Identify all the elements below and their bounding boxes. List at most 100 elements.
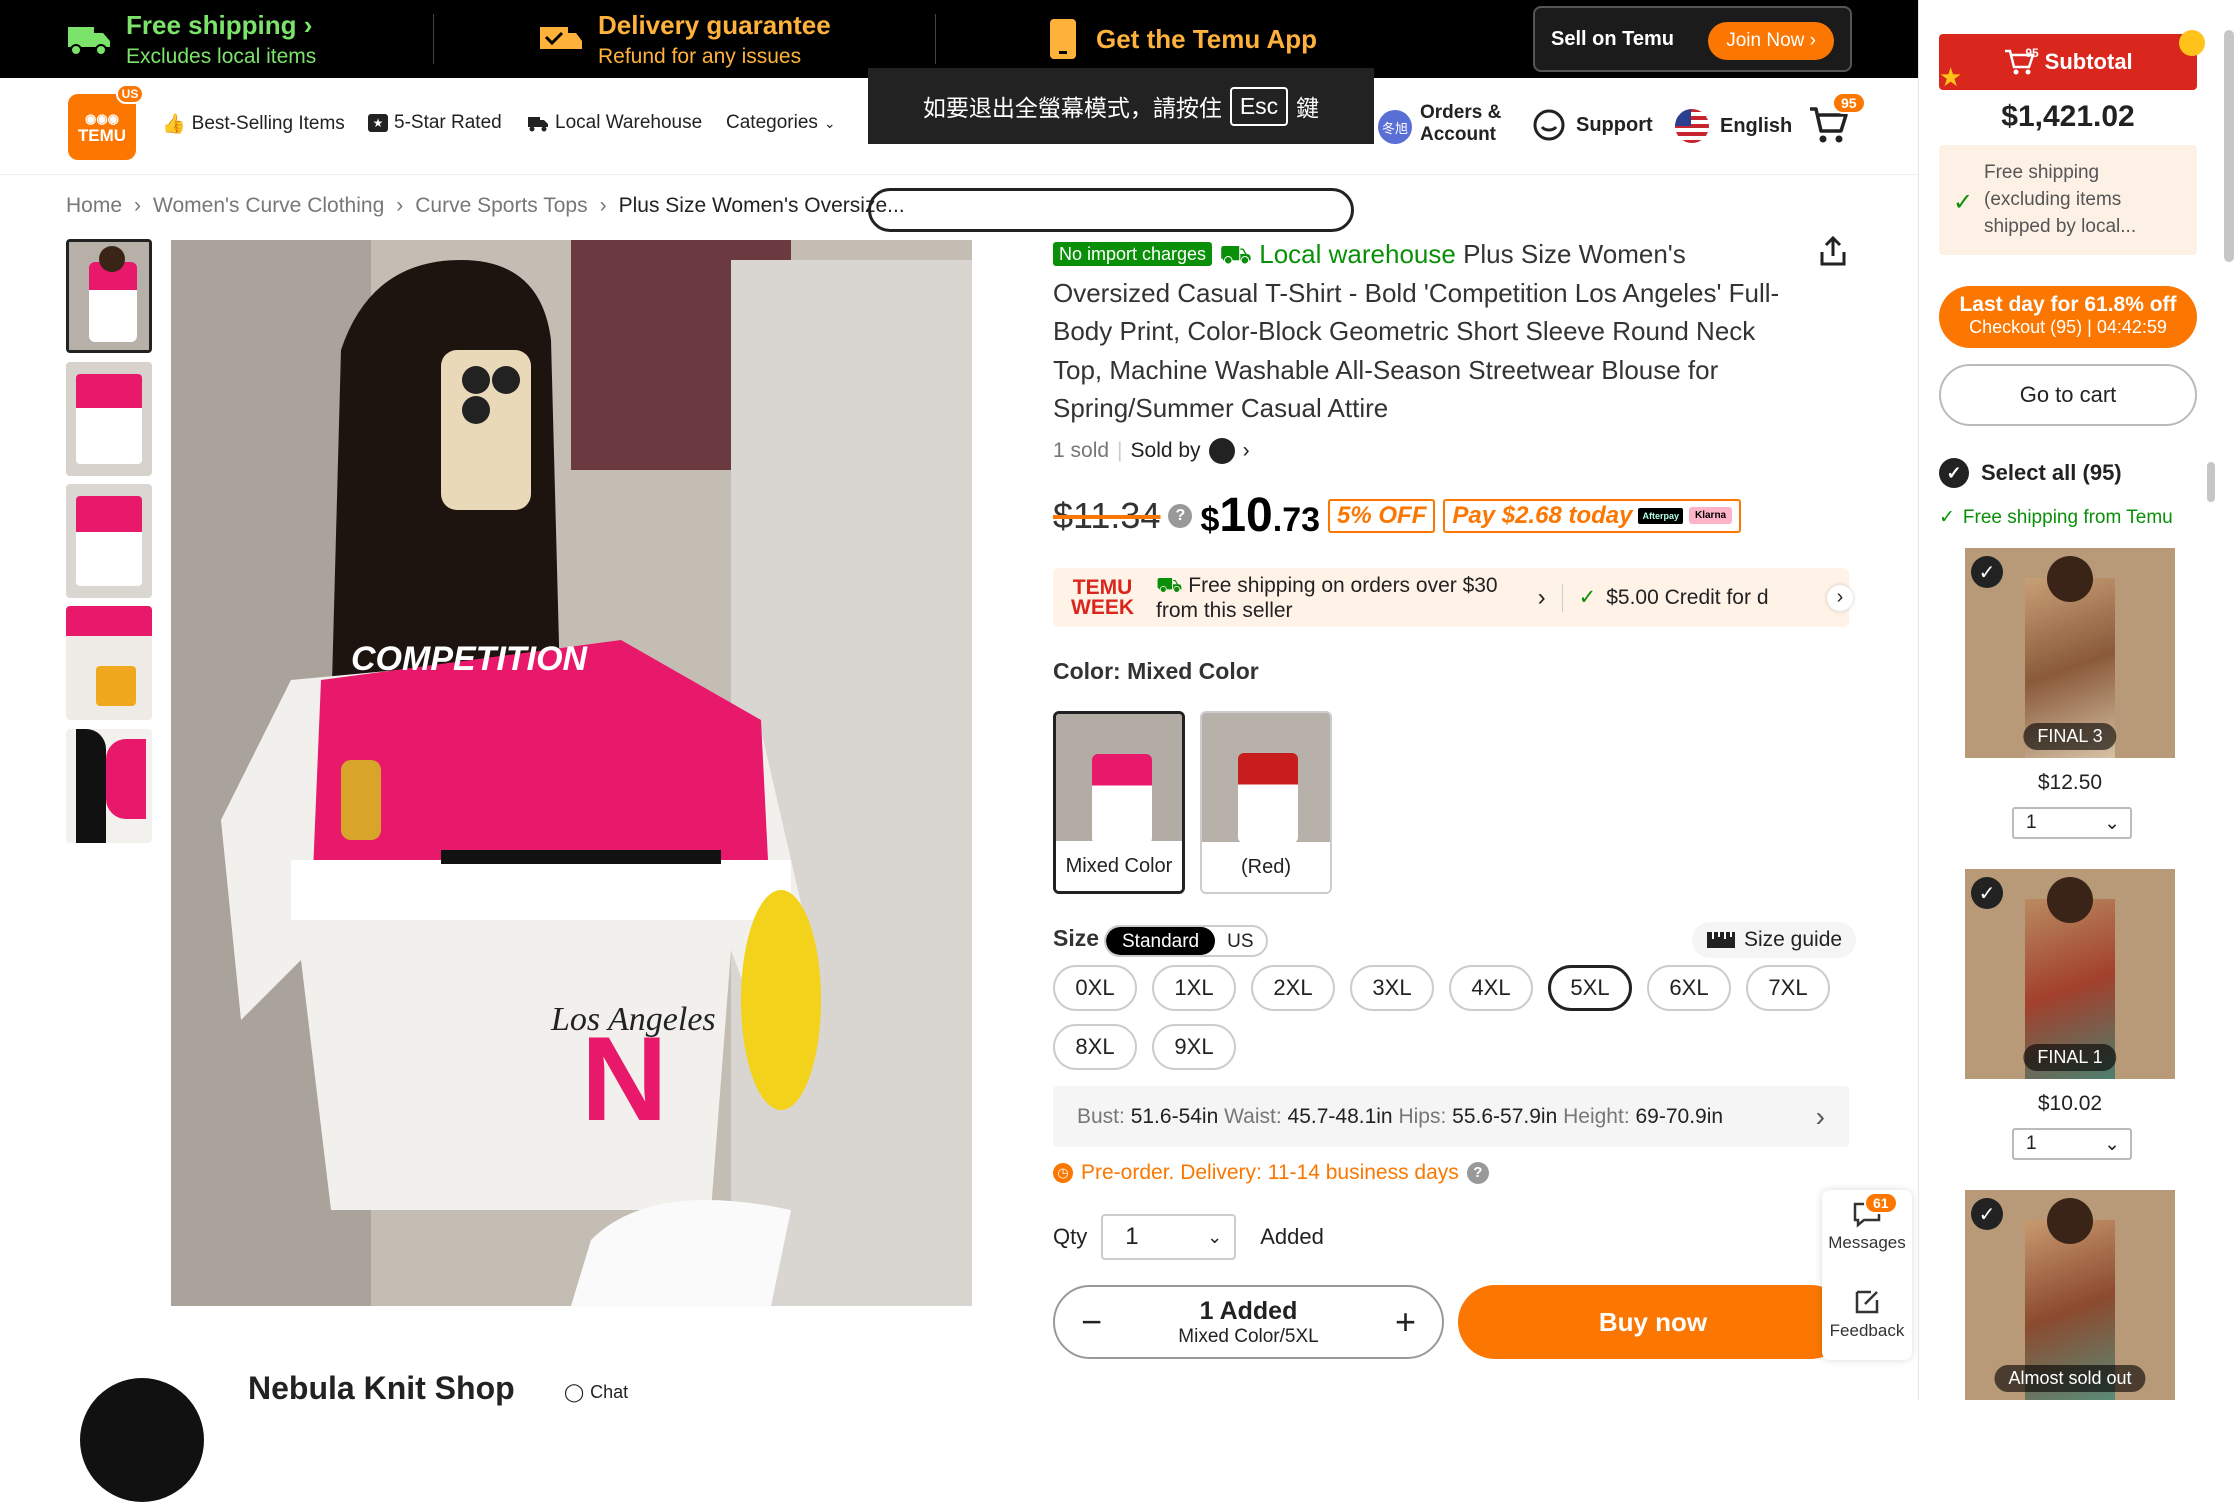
nav-five-star[interactable]: ★ 5-Star Rated [368,112,502,134]
item-checkbox[interactable]: ✓ [1971,877,2003,909]
avatar[interactable]: 冬旭 [1378,110,1412,144]
breadcrumb: Home › Women's Curve Clothing › Curve Sp… [66,194,905,218]
free-shipping-promo[interactable]: ⛟ Free shipping on orders over $30 from … [1156,573,1498,623]
get-app-banner-item[interactable]: Get the Temu App [1048,0,1317,78]
go-to-cart-button[interactable]: Go to cart [1939,364,2197,426]
minus-button[interactable]: − [1081,1301,1102,1343]
sell-on-temu-box[interactable]: Sell on Temu Join Now › [1533,6,1852,72]
color-swatch-red[interactable]: (Red) [1200,711,1332,894]
item-checkbox[interactable]: ✓ [1971,556,2003,588]
chevron-right-icon[interactable]: › [1243,439,1250,463]
cart-item-price: $10.02 [2037,1092,2103,1115]
nav-categories[interactable]: Categories ⌄ [726,112,836,134]
chevron-right-icon: › [1815,1100,1825,1132]
thumbnail-2[interactable] [66,362,152,476]
shop-avatar[interactable] [80,1378,204,1502]
chevron-right-icon: › [303,9,313,40]
pay-today-tag[interactable]: Pay $2.68 today Afterpay Klarna [1443,498,1742,533]
size-option[interactable]: 3XL [1350,965,1434,1011]
breadcrumb-home[interactable]: Home [66,194,122,218]
shop-name[interactable]: Nebula Knit Shop [248,1370,515,1407]
search-bar[interactable] [868,188,1354,232]
klarna-logo: Klarna [1688,507,1733,524]
cart-item-qty: 1 [2026,1133,2037,1154]
size-toggle-standard[interactable]: Standard [1106,927,1216,955]
product-main-image[interactable]: COMPETITION N Los Angeles [171,240,972,1306]
plus-button[interactable]: + [1395,1301,1416,1343]
thumbnail-5[interactable] [66,729,152,843]
chevron-right-icon: › [599,194,607,217]
thumbnail-3[interactable] [66,484,152,598]
height-value: 69-70.9in [1635,1104,1724,1128]
ruler-icon [1707,932,1735,948]
chevron-down-icon: ⌄ [1207,1226,1223,1247]
thumbnail-4[interactable] [66,606,152,720]
nav-best-selling[interactable]: 👍 Best-Selling Items [162,112,345,136]
seller-avatar[interactable] [1208,438,1235,464]
size-measurements[interactable]: Bust: 51.6-54in Waist: 45.7-48.1in Hips:… [1053,1086,1849,1147]
size-option[interactable]: 7XL [1746,965,1830,1011]
shop-row: Nebula Knit Shop ◯ Chat [80,1370,980,1502]
page-scrollbar[interactable] [2224,30,2234,262]
buy-now-button[interactable]: Buy now [1458,1285,1848,1359]
size-toggle-us[interactable]: US [1215,927,1265,955]
support-link[interactable]: Support [1532,108,1653,142]
item-checkbox[interactable]: ✓ [1971,1198,2003,1230]
join-now-label: Join Now [1726,30,1805,51]
hips-label: Hips: [1398,1104,1447,1128]
delivery-guarantee-banner-item[interactable]: Delivery guarantee Refund for any issues [538,0,831,78]
size-guide-label: Size guide [1744,928,1843,951]
breadcrumb-current: Plus Size Women's Oversize... [618,194,905,217]
height-label: Height: [1563,1104,1630,1128]
select-all-checkbox[interactable]: ✓ Select all (95) [1939,458,2122,488]
cart-item-overlay: FINAL 1 [2023,1044,2117,1071]
cart-item-price: $12.50 [2037,771,2103,794]
help-icon[interactable]: ? [1466,1162,1489,1184]
share-icon[interactable] [1815,234,1851,275]
next-arrow-button[interactable]: › [1827,585,1853,611]
free-shipping-banner-item[interactable]: Free shipping › Excludes local items [66,0,316,78]
size-option-selected[interactable]: 5XL [1548,965,1632,1011]
feedback-button[interactable]: Feedback [1822,1288,1912,1341]
nav-label: Local Warehouse [555,112,703,133]
breadcrumb-subcategory[interactable]: Curve Sports Tops [415,194,587,218]
cart-item-qty-select[interactable]: 1 ⌄ [2012,807,2132,839]
select-all-label: Select all (95) [1981,460,2122,485]
help-icon[interactable]: ? [1168,503,1193,528]
waist-label: Waist: [1224,1104,1282,1128]
divider [433,14,434,64]
size-option[interactable]: 6XL [1647,965,1731,1011]
sold-count: 1 sold [1053,439,1110,462]
language-selector[interactable]: English [1674,108,1792,144]
join-now-button[interactable]: Join Now › [1708,22,1834,60]
breadcrumb-category[interactable]: Women's Curve Clothing [153,194,384,218]
nav-local-warehouse[interactable]: Local Warehouse [527,112,702,134]
chevron-right-icon[interactable]: › [1538,584,1546,612]
size-option[interactable]: 4XL [1449,965,1533,1011]
cart-item-qty-select[interactable]: 1 ⌄ [2012,1128,2132,1160]
size-option[interactable]: 8XL [1053,1024,1137,1070]
pay-today-label: Pay $2.68 today [1452,501,1633,529]
cart-button[interactable]: 95 [1808,92,1866,151]
size-standard-toggle[interactable]: Standard US [1104,925,1268,957]
size-option[interactable]: 2XL [1251,965,1335,1011]
checkout-promo-button[interactable]: Last day for 61.8% off Checkout (95) | 0… [1939,286,2197,348]
list-scrollbar[interactable] [2207,462,2215,502]
size-option[interactable]: 9XL [1152,1024,1236,1070]
color-swatch-mixed[interactable]: Mixed Color [1053,711,1185,894]
afterpay-logo: Afterpay [1638,507,1683,524]
waist-value: 45.7-48.1in [1287,1104,1393,1128]
messages-button[interactable]: Messages 61 [1822,1192,1912,1253]
size-option[interactable]: 1XL [1152,965,1236,1011]
promo-bar[interactable]: TEMU WEEK ⛟ Free shipping on orders over… [1053,568,1853,627]
clock-icon: ◷ [1053,1163,1073,1183]
nav-label: Best-Selling Items [191,113,345,134]
orders-account-link[interactable]: Orders & Account [1420,102,1501,146]
size-option[interactable]: 0XL [1053,965,1137,1011]
size-guide-link[interactable]: Size guide [1692,922,1857,958]
thumbnail-1[interactable] [66,239,152,353]
subtotal-label: Subtotal [2044,49,2133,74]
chevron-right-icon: › [396,194,404,217]
quantity-select[interactable]: 1 ⌄ [1101,1214,1237,1260]
credit-promo[interactable]: $5.00 Credit for d [1606,586,1768,610]
